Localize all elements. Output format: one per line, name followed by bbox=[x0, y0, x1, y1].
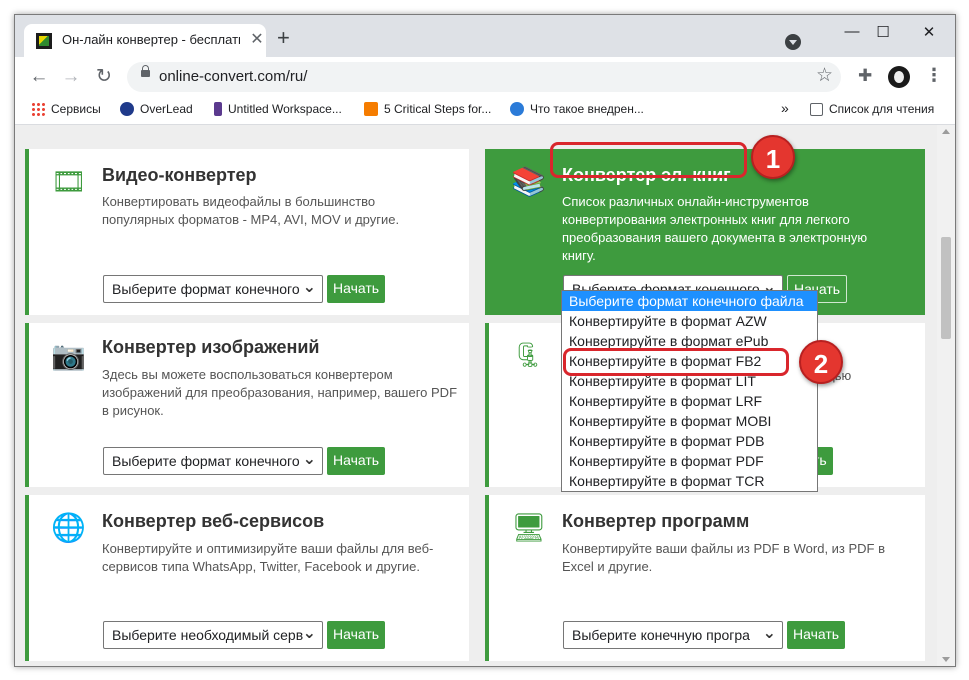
video-converter-card: 🎞 Видео-конвертер Конвертировать видеофа… bbox=[25, 149, 469, 315]
chat-icon bbox=[364, 102, 378, 116]
browser-toolbar: ← → ↻ online-convert.com/ru/ ☆ ✚ ⋮ bbox=[15, 57, 955, 97]
scroll-up-arrow-icon[interactable] bbox=[942, 129, 950, 134]
camera-icon: 📷 bbox=[51, 340, 86, 371]
card-description: Конвертировать видеофайлы в большинство … bbox=[102, 194, 400, 227]
dropdown-option[interactable]: Выберите формат конечного файла bbox=[562, 291, 817, 311]
minimize-button[interactable]: — bbox=[837, 23, 867, 40]
tab-search-icon[interactable] bbox=[785, 34, 801, 50]
card-description: Конвертируйте ваши файлы из PDF в Word, … bbox=[562, 541, 886, 574]
reload-icon[interactable]: ↻ bbox=[92, 65, 116, 89]
extensions-puzzle-icon[interactable]: ✚ bbox=[858, 66, 872, 86]
profile-avatar[interactable] bbox=[888, 66, 910, 88]
books-icon: 📚 bbox=[511, 166, 546, 197]
format-select[interactable]: Выберите формат конечного bbox=[103, 447, 323, 475]
monitor-icon: 🖥 bbox=[511, 512, 547, 543]
browser-tab[interactable]: Он-лайн конвертер - бесплатнo ✕ bbox=[24, 24, 266, 57]
highlight-ebook-title bbox=[550, 142, 747, 178]
back-arrow-icon[interactable]: ← bbox=[27, 65, 51, 89]
card-description: Список различных онлайн-инструментов кон… bbox=[562, 194, 868, 263]
program-select[interactable]: Выберите конечную програ bbox=[563, 621, 783, 649]
reading-list-button[interactable]: Список для чтения bbox=[810, 102, 934, 116]
w-logo-icon bbox=[510, 102, 524, 116]
reading-list-icon bbox=[810, 103, 823, 116]
card-description: Конвертируйте и оптимизируйте ваши файлы… bbox=[102, 541, 434, 574]
bookmarks-bar: Сервисы OverLead Untitled Workspace... 5… bbox=[15, 97, 955, 125]
image-converter-card: 📷 Конвертер изображений Здесь вы можете … bbox=[25, 323, 469, 487]
bookmark-workspace[interactable]: Untitled Workspace... bbox=[214, 102, 342, 116]
start-button[interactable]: Начать bbox=[787, 621, 846, 649]
dropdown-option[interactable]: Конвертируйте в формат TCR bbox=[562, 471, 817, 491]
scroll-thumb[interactable] bbox=[941, 237, 951, 339]
address-bar[interactable]: online-convert.com/ru/ ☆ bbox=[127, 62, 841, 92]
bookmark-vnedrenie[interactable]: Что такое внедрен... bbox=[510, 102, 644, 116]
bookmark-star-icon[interactable]: ☆ bbox=[816, 64, 833, 87]
overlead-icon bbox=[120, 102, 134, 116]
scroll-down-arrow-icon[interactable] bbox=[942, 657, 950, 662]
card-title: Конвертер изображений bbox=[102, 337, 320, 357]
more-bookmarks-button[interactable]: » bbox=[781, 100, 789, 116]
tab-strip: Он-лайн конвертер - бесплатнo ✕ + — ☐ ✕ bbox=[15, 15, 955, 57]
maximize-button[interactable]: ☐ bbox=[868, 23, 898, 41]
start-button[interactable]: Начать bbox=[327, 447, 386, 475]
dropdown-option[interactable]: Конвертируйте в формат AZW bbox=[562, 311, 817, 331]
bookmark-apps[interactable]: Сервисы bbox=[31, 102, 101, 116]
software-converter-card: 🖥 Конвертер программ Конвертируйте ваши … bbox=[485, 495, 925, 661]
card-description: Здесь вы можете воспользоваться конверте… bbox=[102, 367, 458, 418]
forward-arrow-icon[interactable]: → bbox=[59, 65, 83, 89]
url-text: online-convert.com/ru/ bbox=[159, 68, 308, 85]
card-title: Конвертер программ bbox=[562, 511, 750, 531]
highlight-fb2-option bbox=[563, 348, 789, 376]
start-button[interactable]: Начать bbox=[327, 275, 386, 303]
card-title: Видео-конвертер bbox=[102, 165, 257, 185]
ebook-format-dropdown-list[interactable]: Выберите формат конечного файла Конверти… bbox=[561, 290, 818, 492]
bookmark-overlead[interactable]: OverLead bbox=[120, 102, 193, 116]
service-select[interactable]: Выберите необходимый серв bbox=[103, 621, 323, 649]
card-title: Конвертер веб-сервисов bbox=[102, 511, 325, 531]
bookmark-critical-steps[interactable]: 5 Critical Steps for... bbox=[364, 102, 491, 116]
zip-file-icon: 🗜 bbox=[512, 342, 544, 369]
apps-grid-icon bbox=[31, 102, 45, 116]
tab-title: Он-лайн конвертер - бесплатнo bbox=[62, 32, 240, 47]
dropdown-option[interactable]: Конвертируйте в формат LRF bbox=[562, 391, 817, 411]
page-scrollbar[interactable] bbox=[937, 125, 955, 666]
step-1-badge: 1 bbox=[751, 135, 795, 179]
dropdown-option[interactable]: Конвертируйте в формат PDB bbox=[562, 431, 817, 451]
tab-close-icon[interactable]: ✕ bbox=[247, 29, 267, 49]
start-button[interactable]: Начать bbox=[327, 621, 386, 649]
browser-window: Он-лайн конвертер - бесплатнo ✕ + — ☐ ✕ … bbox=[14, 14, 956, 667]
dropdown-option[interactable]: Конвертируйте в формат PDF bbox=[562, 451, 817, 471]
workspace-icon bbox=[214, 102, 222, 116]
dropdown-option[interactable]: Конвертируйте в формат MOBI bbox=[562, 411, 817, 431]
globe-icon: 🌐 bbox=[51, 512, 86, 543]
lock-icon bbox=[141, 65, 150, 77]
step-2-badge: 2 bbox=[799, 340, 843, 384]
film-icon: 🎞 bbox=[51, 166, 87, 197]
format-select[interactable]: Выберите формат конечного bbox=[103, 275, 323, 303]
site-favicon-icon bbox=[36, 33, 52, 49]
web-services-converter-card: 🌐 Конвертер веб-сервисов Конвертируйте и… bbox=[25, 495, 469, 661]
browser-menu-icon[interactable]: ⋮ bbox=[925, 65, 943, 86]
new-tab-button[interactable]: + bbox=[277, 27, 290, 49]
close-window-button[interactable]: ✕ bbox=[914, 23, 944, 41]
